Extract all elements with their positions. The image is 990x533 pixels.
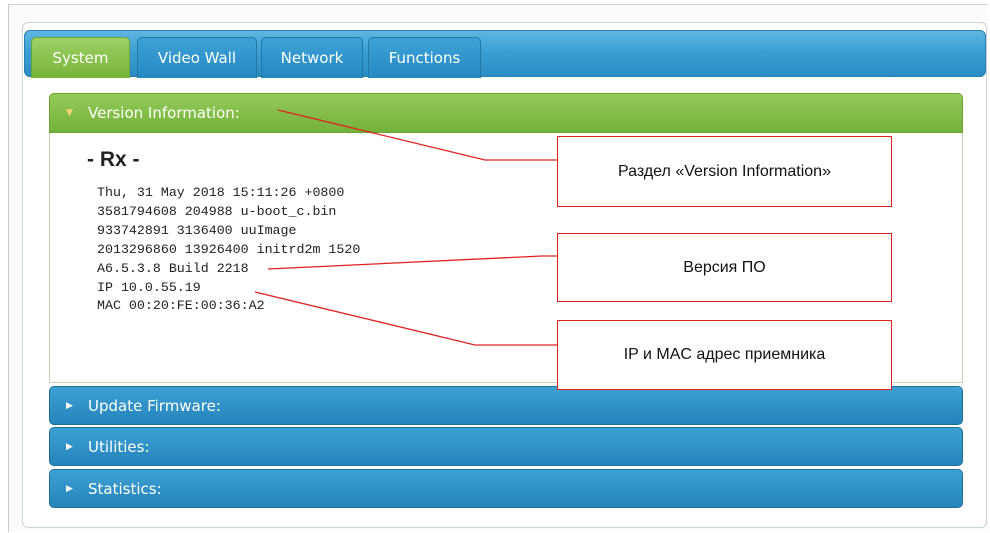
info-line-uboot: 3581794608 204988 u-boot_c.bin xyxy=(97,203,337,219)
triangle-right-icon: ▶ xyxy=(66,483,73,494)
tab-video-wall[interactable]: Video Wall xyxy=(137,37,257,78)
callout-firmware-version: Версия ПО xyxy=(557,233,892,302)
section-utilities-label: Utilities: xyxy=(88,437,150,456)
section-update-firmware[interactable]: ▶ Update Firmware: xyxy=(49,386,963,425)
info-line-build: A6.5.3.8 Build 2218 xyxy=(97,260,249,276)
tab-network-label: Network xyxy=(280,49,344,67)
rx-title: - Rx - xyxy=(87,148,140,171)
tab-functions[interactable]: Functions xyxy=(368,37,481,78)
info-line-ip: IP 10.0.55.19 xyxy=(97,279,201,295)
triangle-down-icon: ▼ xyxy=(66,108,73,118)
info-line-date: Thu, 31 May 2018 15:11:26 +0800 xyxy=(97,185,345,200)
triangle-right-icon: ▶ xyxy=(66,400,73,411)
info-line-uuimage: 933742891 3136400 uuImage xyxy=(97,222,297,238)
triangle-right-icon: ▶ xyxy=(66,441,73,452)
tab-functions-label: Functions xyxy=(388,49,461,67)
section-statistics[interactable]: ▶ Statistics: xyxy=(49,469,963,508)
section-version-information[interactable]: ▼ Version Information: xyxy=(49,93,963,133)
callout-section: Раздел «Version Information» xyxy=(557,136,892,207)
tab-video-wall-label: Video Wall xyxy=(157,49,237,67)
tab-bar: System Video Wall Network Functions xyxy=(24,30,986,78)
version-info-text: Thu, 31 May 2018 15:11:26 +0800 35817946… xyxy=(97,184,360,316)
tab-network[interactable]: Network xyxy=(261,37,363,78)
info-line-initrd: 2013296860 13926400 initrd2m 1520 xyxy=(97,241,361,257)
callout-ip-mac: IP и MAC адрес приемника xyxy=(557,320,892,390)
tab-system[interactable]: System xyxy=(31,37,130,78)
section-firmware-label: Update Firmware: xyxy=(88,396,221,415)
tab-system-label: System xyxy=(52,49,109,67)
section-utilities[interactable]: ▶ Utilities: xyxy=(49,427,963,466)
info-line-mac: MAC 00:20:FE:00:36:A2 xyxy=(97,298,265,314)
section-version-label: Version Information: xyxy=(88,104,240,122)
section-statistics-label: Statistics: xyxy=(88,479,162,498)
